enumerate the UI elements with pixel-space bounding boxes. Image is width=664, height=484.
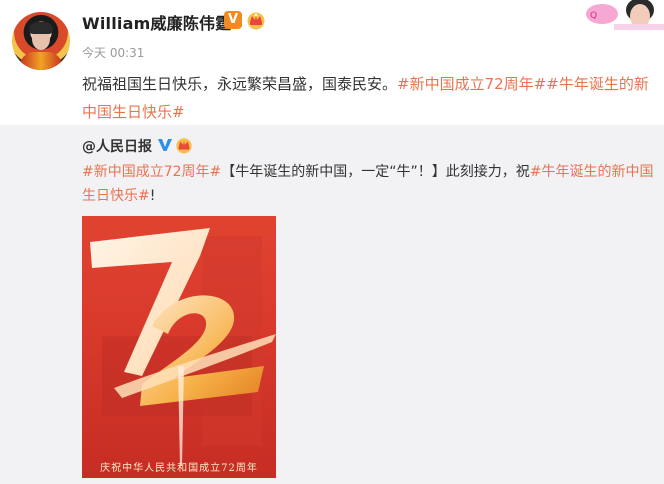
avatar[interactable]	[12, 12, 70, 70]
hashtag-link[interactable]: #新中国成立72周年#	[397, 75, 546, 93]
post-text: 祝福祖国生日快乐，永远繁荣昌盛，国泰民安。#新中国成立72周年##牛年诞生的新中…	[82, 70, 650, 126]
verified-icon: V	[224, 11, 242, 29]
poster-artwork	[90, 228, 276, 466]
blue-v-icon	[158, 139, 172, 151]
crown-icon	[176, 138, 192, 154]
repost-text-mid: 【牛年诞生的新中国，一定“牛”！】此刻接力，祝	[221, 164, 530, 180]
repost-text: #新中国成立72周年#【牛年诞生的新中国，一定“牛”！】此刻接力，祝#牛年诞生的…	[82, 160, 656, 208]
poster-image[interactable]: 庆祝中华人民共和国成立72周年	[82, 216, 276, 478]
crown-icon	[247, 12, 265, 30]
poster-caption: 庆祝中华人民共和国成立72周年	[100, 463, 258, 474]
avatar-hair	[29, 22, 53, 34]
post-timestamp[interactable]: 今天 00:31	[82, 44, 144, 61]
post-username[interactable]: William威廉陈伟霆	[82, 10, 231, 34]
repost-text-end: !	[149, 188, 156, 204]
avatar-shirt	[20, 52, 62, 70]
repost-username[interactable]: @人民日报	[82, 136, 152, 156]
post-text-plain: 祝福祖国生日快乐，永远繁荣昌盛，国泰民安。	[82, 75, 398, 93]
sticker-decoration: Q	[584, 0, 664, 30]
hashtag-link[interactable]: #新中国成立72周年#	[82, 164, 221, 180]
svg-text:Q: Q	[590, 11, 597, 21]
